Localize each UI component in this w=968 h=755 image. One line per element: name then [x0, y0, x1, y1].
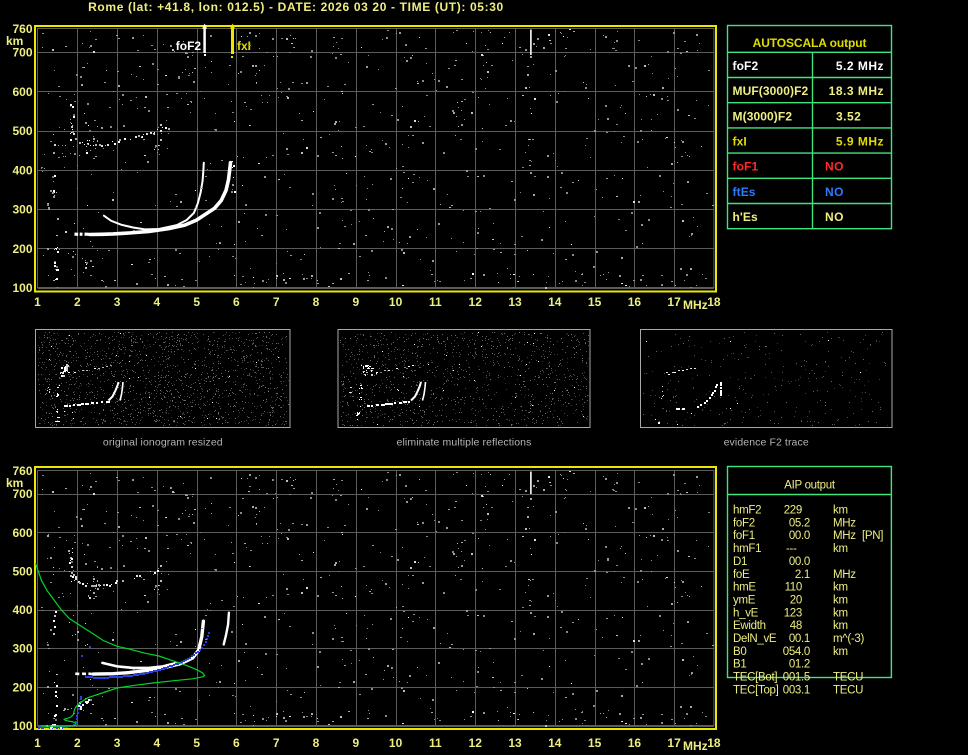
svg-text:9: 9 — [352, 736, 359, 750]
svg-text:MHz: MHz — [683, 298, 708, 312]
svg-text:4: 4 — [154, 295, 161, 309]
svg-text:MHz: MHz — [683, 739, 708, 753]
svg-text:7: 7 — [273, 295, 280, 309]
svg-text:6: 6 — [233, 736, 240, 750]
svg-text:14: 14 — [548, 295, 562, 309]
svg-text:2: 2 — [74, 295, 81, 309]
svg-text:NO: NO — [825, 160, 844, 174]
svg-text:5: 5 — [193, 295, 200, 309]
svg-text:400: 400 — [12, 163, 32, 177]
svg-text:h'Es: h'Es — [733, 210, 758, 224]
svg-text:18: 18 — [707, 295, 721, 309]
svg-text:7: 7 — [273, 736, 280, 750]
svg-text:3: 3 — [114, 295, 121, 309]
svg-text:NO: NO — [825, 210, 844, 224]
svg-text:10: 10 — [389, 736, 403, 750]
svg-text:5: 5 — [193, 736, 200, 750]
svg-text:foF2: foF2 — [733, 59, 759, 73]
svg-text:original ionogram resized: original ionogram resized — [103, 437, 223, 449]
svg-text:5.2 MHz: 5.2 MHz — [836, 59, 884, 73]
svg-text:600: 600 — [12, 526, 32, 540]
svg-text:300: 300 — [12, 203, 32, 217]
svg-text:evidence F2 trace: evidence F2 trace — [724, 437, 809, 449]
svg-text:fxI: fxI — [237, 39, 251, 53]
svg-text:17: 17 — [667, 295, 681, 309]
svg-text:400: 400 — [12, 603, 32, 617]
svg-text:16: 16 — [628, 295, 642, 309]
svg-text:M(3000)F2: M(3000)F2 — [733, 109, 793, 123]
svg-text:MUF(3000)F2: MUF(3000)F2 — [733, 84, 809, 98]
svg-text:15: 15 — [588, 295, 602, 309]
svg-text:AUTOSCALA output: AUTOSCALA output — [753, 36, 867, 50]
svg-text:foF1: foF1 — [733, 160, 759, 174]
svg-text:12: 12 — [469, 295, 483, 309]
svg-text:km: km — [6, 34, 23, 48]
svg-text:1: 1 — [34, 736, 41, 750]
svg-text:fxI: fxI — [733, 135, 747, 149]
svg-text:11: 11 — [429, 295, 442, 309]
svg-text:18.3 MHz: 18.3 MHz — [829, 84, 884, 98]
svg-text:300: 300 — [12, 642, 32, 656]
svg-text:500: 500 — [12, 565, 32, 579]
svg-text:100: 100 — [12, 281, 32, 295]
svg-text:2: 2 — [74, 736, 81, 750]
svg-text:5.9 MHz: 5.9 MHz — [836, 135, 884, 149]
svg-text:600: 600 — [12, 85, 32, 99]
svg-text:8: 8 — [313, 736, 320, 750]
svg-text:eliminate multiple reflections: eliminate multiple reflections — [397, 437, 532, 449]
svg-text:17: 17 — [667, 736, 681, 750]
svg-text:km: km — [6, 476, 23, 490]
svg-text:13: 13 — [508, 736, 522, 750]
svg-text:10: 10 — [389, 295, 403, 309]
svg-text:16: 16 — [628, 736, 642, 750]
svg-text:8: 8 — [313, 295, 320, 309]
svg-text:14: 14 — [548, 736, 562, 750]
svg-text:18: 18 — [707, 736, 721, 750]
svg-text:3: 3 — [114, 736, 121, 750]
svg-text:3.52: 3.52 — [836, 109, 861, 123]
svg-text:200: 200 — [12, 242, 32, 256]
svg-text:15: 15 — [588, 736, 602, 750]
svg-text:13: 13 — [508, 295, 522, 309]
svg-text:12: 12 — [469, 736, 483, 750]
svg-text:6: 6 — [233, 295, 240, 309]
svg-text:200: 200 — [12, 680, 32, 694]
svg-text:ftEs: ftEs — [733, 185, 756, 199]
svg-text:NO: NO — [825, 185, 844, 199]
svg-text:11: 11 — [429, 736, 442, 750]
svg-text:500: 500 — [12, 124, 32, 138]
svg-text:9: 9 — [352, 295, 359, 309]
svg-text:100: 100 — [12, 719, 32, 733]
svg-text:foF2: foF2 — [176, 39, 202, 53]
svg-text:Rome (lat: +41.8, lon: 012.5): Rome (lat: +41.8, lon: 012.5) - DATE: 20… — [88, 0, 504, 14]
svg-text:4: 4 — [154, 736, 161, 750]
svg-text:1: 1 — [34, 295, 41, 309]
